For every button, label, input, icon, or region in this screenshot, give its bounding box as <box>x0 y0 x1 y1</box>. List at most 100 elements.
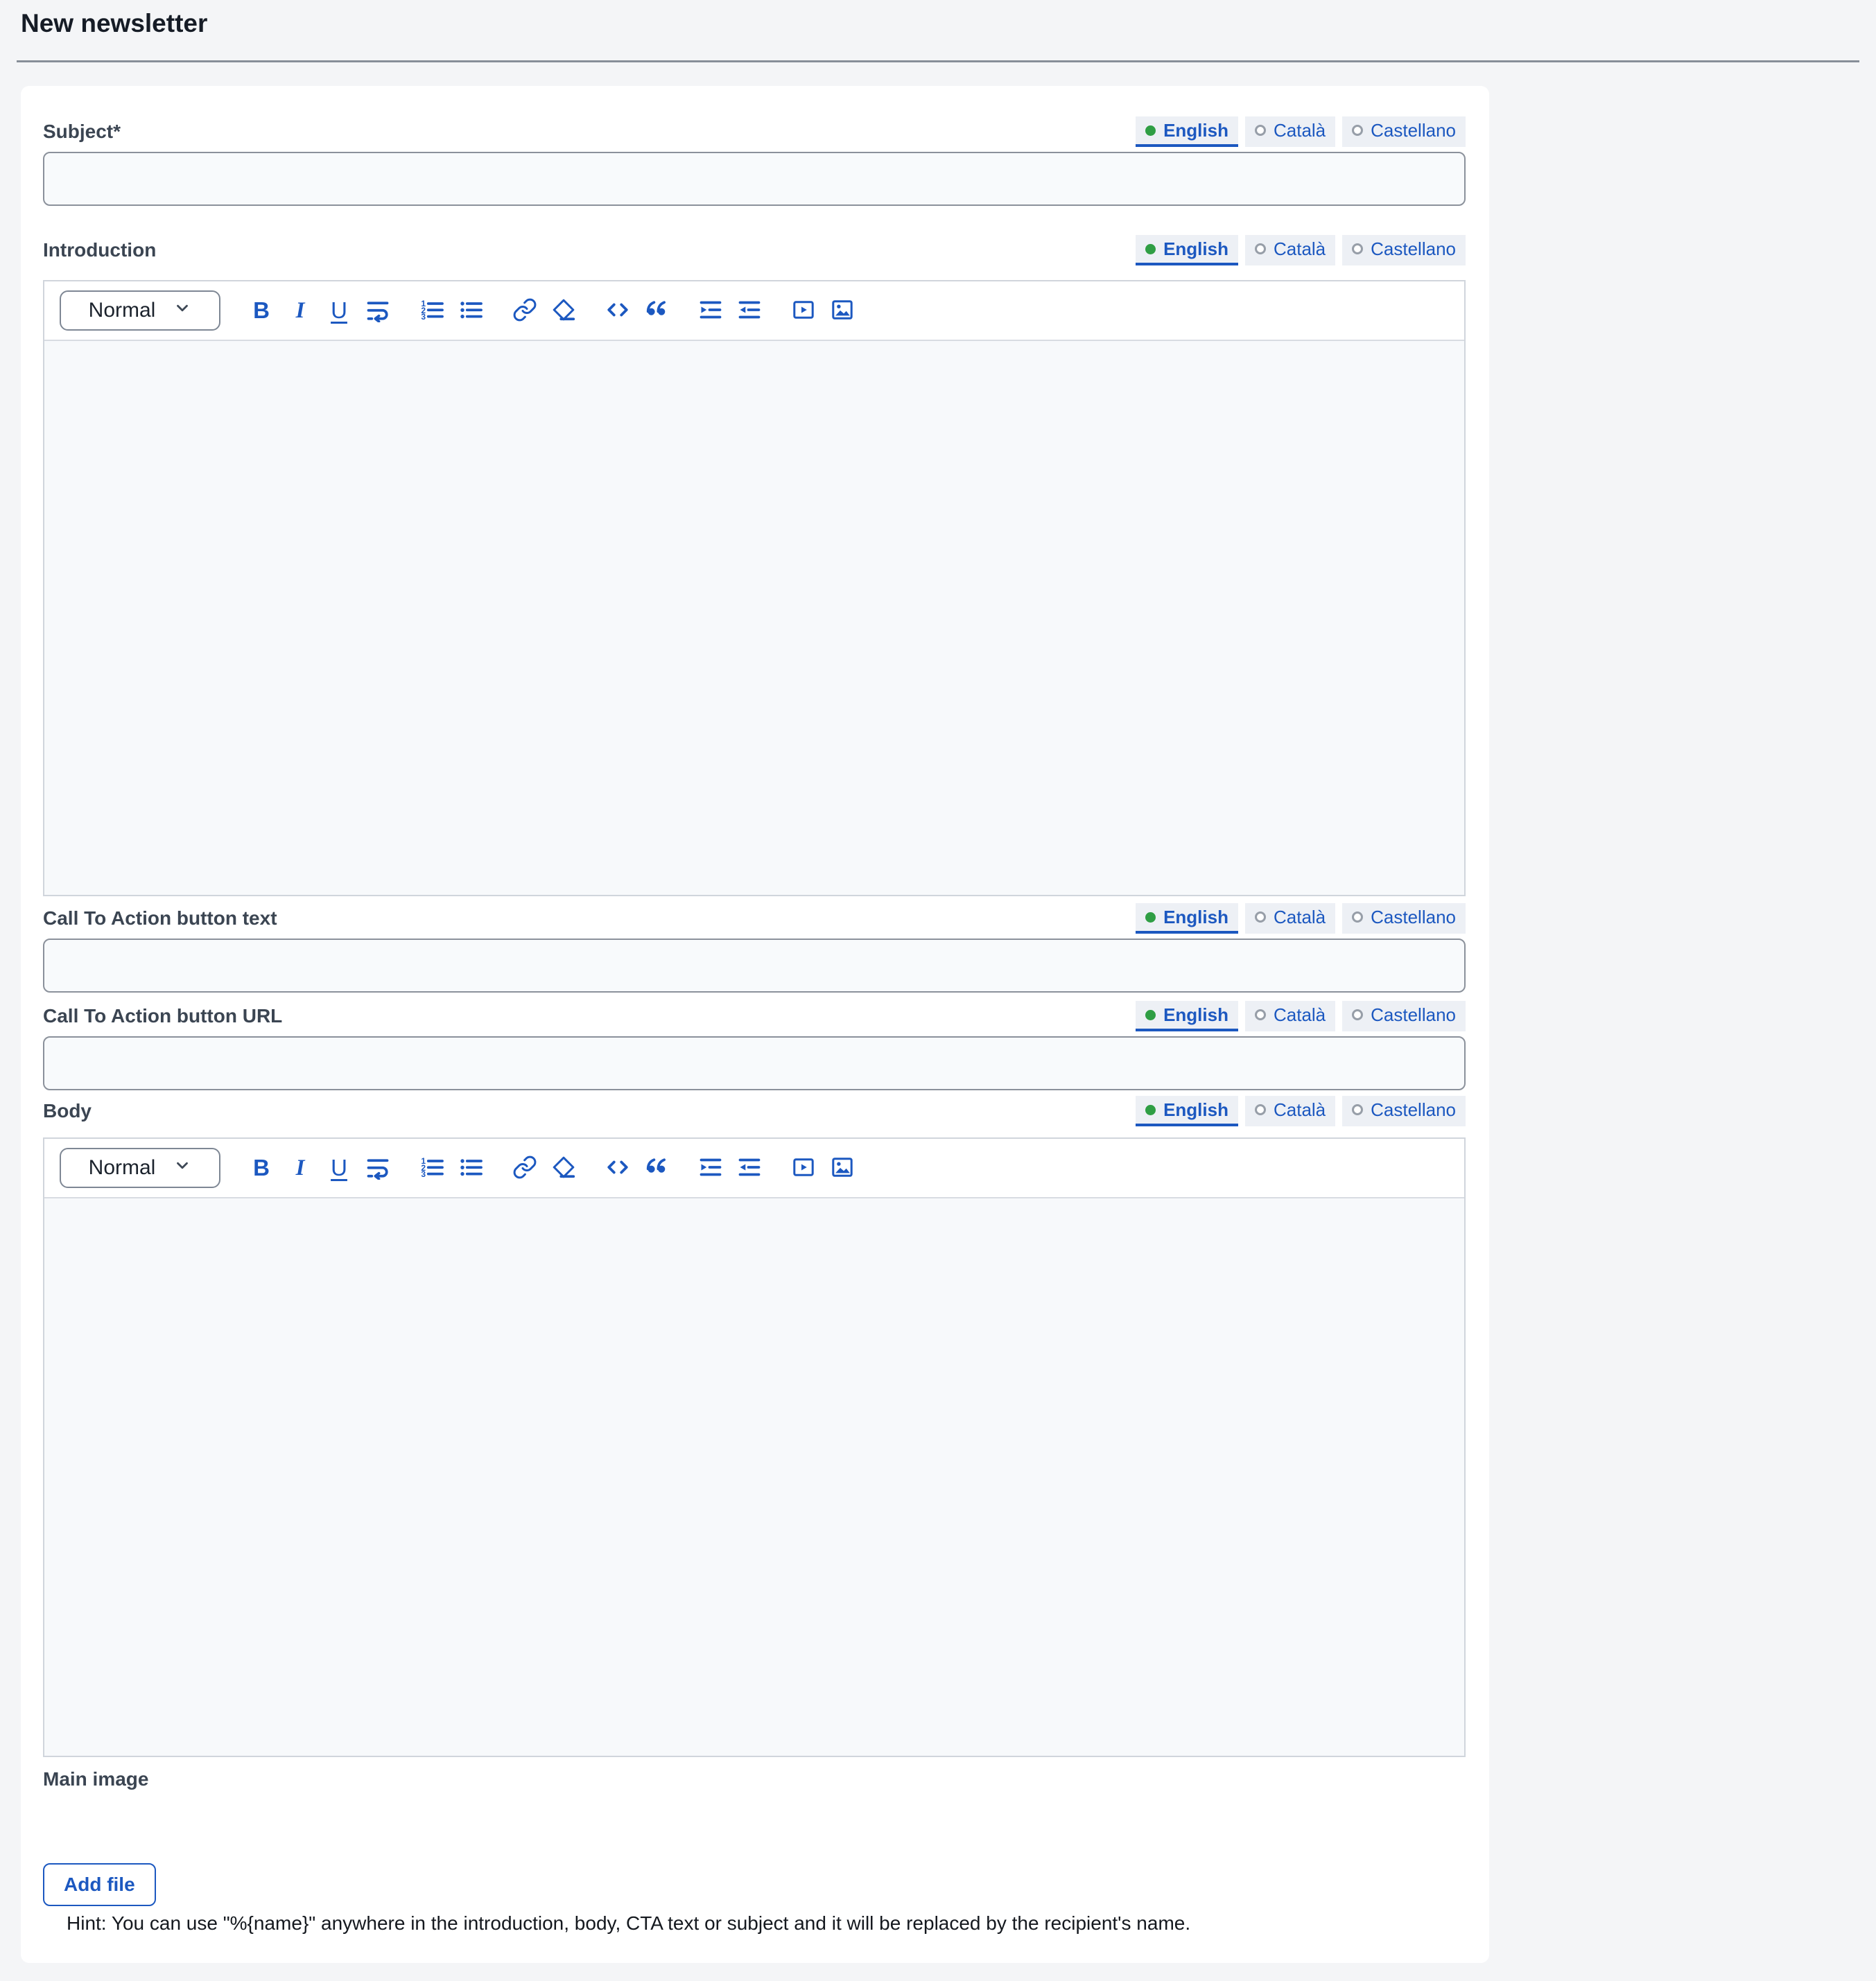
body-label: Body <box>43 1100 92 1122</box>
cta-text-label: Call To Action button text <box>43 907 277 930</box>
quote-icon <box>644 1155 669 1182</box>
ordered-list-button[interactable]: 123 <box>417 293 446 329</box>
lang-tab-label: Català <box>1274 1099 1326 1121</box>
italic-button[interactable]: I <box>286 293 315 329</box>
lang-tab-catala[interactable]: Català <box>1245 1001 1335 1031</box>
insert-image-button[interactable] <box>828 293 857 329</box>
radio-unselected-icon <box>1255 1009 1266 1020</box>
insert-video-button[interactable] <box>789 293 818 329</box>
introduction-editor-content[interactable] <box>44 341 1464 895</box>
underline-button[interactable]: U <box>324 1150 354 1186</box>
indent-button[interactable] <box>696 1150 725 1186</box>
line-break-button[interactable] <box>363 293 392 329</box>
underline-icon: U <box>331 297 347 324</box>
radio-unselected-icon <box>1352 911 1363 923</box>
italic-button[interactable]: I <box>286 1150 315 1186</box>
subject-input[interactable] <box>43 152 1466 206</box>
subject-label: Subject* <box>43 121 121 143</box>
language-selector-cta-text: English Català Castellano <box>1136 903 1466 934</box>
introduction-editor: Normal B I U 123 <box>43 280 1466 896</box>
italic-icon: I <box>296 298 305 324</box>
lang-tab-catala[interactable]: Català <box>1245 1096 1335 1126</box>
bullet-list-button[interactable] <box>456 293 485 329</box>
add-file-button[interactable]: Add file <box>43 1863 156 1906</box>
underline-icon: U <box>331 1155 347 1181</box>
lang-tab-castellano[interactable]: Castellano <box>1342 116 1466 147</box>
ordered-list-icon: 123 <box>419 297 444 324</box>
blockquote-button[interactable] <box>642 293 671 329</box>
subject-field-header: Subject* English Català Castellano <box>43 116 1466 147</box>
body-editor: Normal B I U 123 <box>43 1137 1466 1757</box>
quote-icon <box>644 297 669 324</box>
hint-text: Hint: You can use "%{name}" anywhere in … <box>43 1912 1466 1935</box>
lang-tab-label: Castellano <box>1371 120 1456 141</box>
line-break-button[interactable] <box>363 1150 392 1186</box>
paragraph-style-select[interactable]: Normal <box>60 1148 220 1188</box>
radio-selected-icon <box>1145 1010 1156 1020</box>
lang-tab-label: English <box>1163 120 1228 141</box>
indent-button[interactable] <box>696 293 725 329</box>
outdent-button[interactable] <box>735 293 764 329</box>
lang-tab-castellano[interactable]: Castellano <box>1342 1001 1466 1031</box>
insert-image-button[interactable] <box>828 1150 857 1186</box>
radio-unselected-icon <box>1352 125 1363 136</box>
lang-tab-english[interactable]: English <box>1136 1001 1238 1031</box>
clean-formatting-button[interactable] <box>549 1150 578 1186</box>
chevron-down-icon <box>173 299 191 322</box>
ordered-list-button[interactable]: 123 <box>417 1150 446 1186</box>
language-selector-cta-url: English Català Castellano <box>1136 1001 1466 1031</box>
paragraph-style-select[interactable]: Normal <box>60 290 220 331</box>
lang-tab-label: English <box>1163 238 1228 260</box>
lang-tab-castellano[interactable]: Castellano <box>1342 903 1466 934</box>
radio-unselected-icon <box>1255 125 1266 136</box>
cta-text-field-header: Call To Action button text English Catal… <box>43 903 1466 934</box>
code-button[interactable] <box>603 293 632 329</box>
language-selector-body: English Català Castellano <box>1136 1096 1466 1126</box>
svg-text:3: 3 <box>421 312 426 322</box>
svg-text:3: 3 <box>421 1169 426 1179</box>
radio-selected-icon <box>1145 125 1156 136</box>
outdent-icon <box>737 297 762 324</box>
bullet-list-icon <box>458 1155 483 1182</box>
introduction-label: Introduction <box>43 239 156 261</box>
line-break-icon <box>365 1155 390 1182</box>
lang-tab-english[interactable]: English <box>1136 1096 1238 1126</box>
radio-unselected-icon <box>1255 243 1266 254</box>
clean-formatting-button[interactable] <box>549 293 578 329</box>
cta-url-input[interactable] <box>43 1036 1466 1090</box>
eraser-icon <box>551 1155 576 1182</box>
lang-tab-label: Castellano <box>1371 238 1456 260</box>
cta-url-field-header: Call To Action button URL English Català… <box>43 1001 1466 1031</box>
blockquote-button[interactable] <box>642 1150 671 1186</box>
code-icon <box>605 297 630 324</box>
header-divider <box>17 60 1859 62</box>
lang-tab-catala[interactable]: Català <box>1245 116 1335 147</box>
lang-tab-catala[interactable]: Català <box>1245 235 1335 265</box>
link-button[interactable] <box>510 1150 539 1186</box>
lang-tab-english[interactable]: English <box>1136 116 1238 147</box>
cta-text-input[interactable] <box>43 939 1466 993</box>
lang-tab-castellano[interactable]: Castellano <box>1342 235 1466 265</box>
main-image-label: Main image <box>43 1767 1466 1791</box>
underline-button[interactable]: U <box>324 293 354 329</box>
lang-tab-castellano[interactable]: Castellano <box>1342 1096 1466 1126</box>
outdent-button[interactable] <box>735 1150 764 1186</box>
bullet-list-button[interactable] <box>456 1150 485 1186</box>
bold-button[interactable]: B <box>247 1150 276 1186</box>
cta-url-label: Call To Action button URL <box>43 1005 282 1027</box>
radio-selected-icon <box>1145 244 1156 254</box>
lang-tab-catala[interactable]: Català <box>1245 903 1335 934</box>
lang-tab-english[interactable]: English <box>1136 235 1238 265</box>
lang-tab-label: English <box>1163 1004 1228 1026</box>
code-button[interactable] <box>603 1150 632 1186</box>
radio-unselected-icon <box>1352 243 1363 254</box>
body-editor-content[interactable] <box>44 1198 1464 1756</box>
insert-video-button[interactable] <box>789 1150 818 1186</box>
newsletter-form-card: Subject* English Català Castellano Intro… <box>21 86 1489 1963</box>
indent-icon <box>698 297 723 324</box>
image-icon <box>830 1155 855 1182</box>
language-selector-subject: English Català Castellano <box>1136 116 1466 147</box>
link-button[interactable] <box>510 293 539 329</box>
lang-tab-english[interactable]: English <box>1136 903 1238 934</box>
bold-button[interactable]: B <box>247 293 276 329</box>
